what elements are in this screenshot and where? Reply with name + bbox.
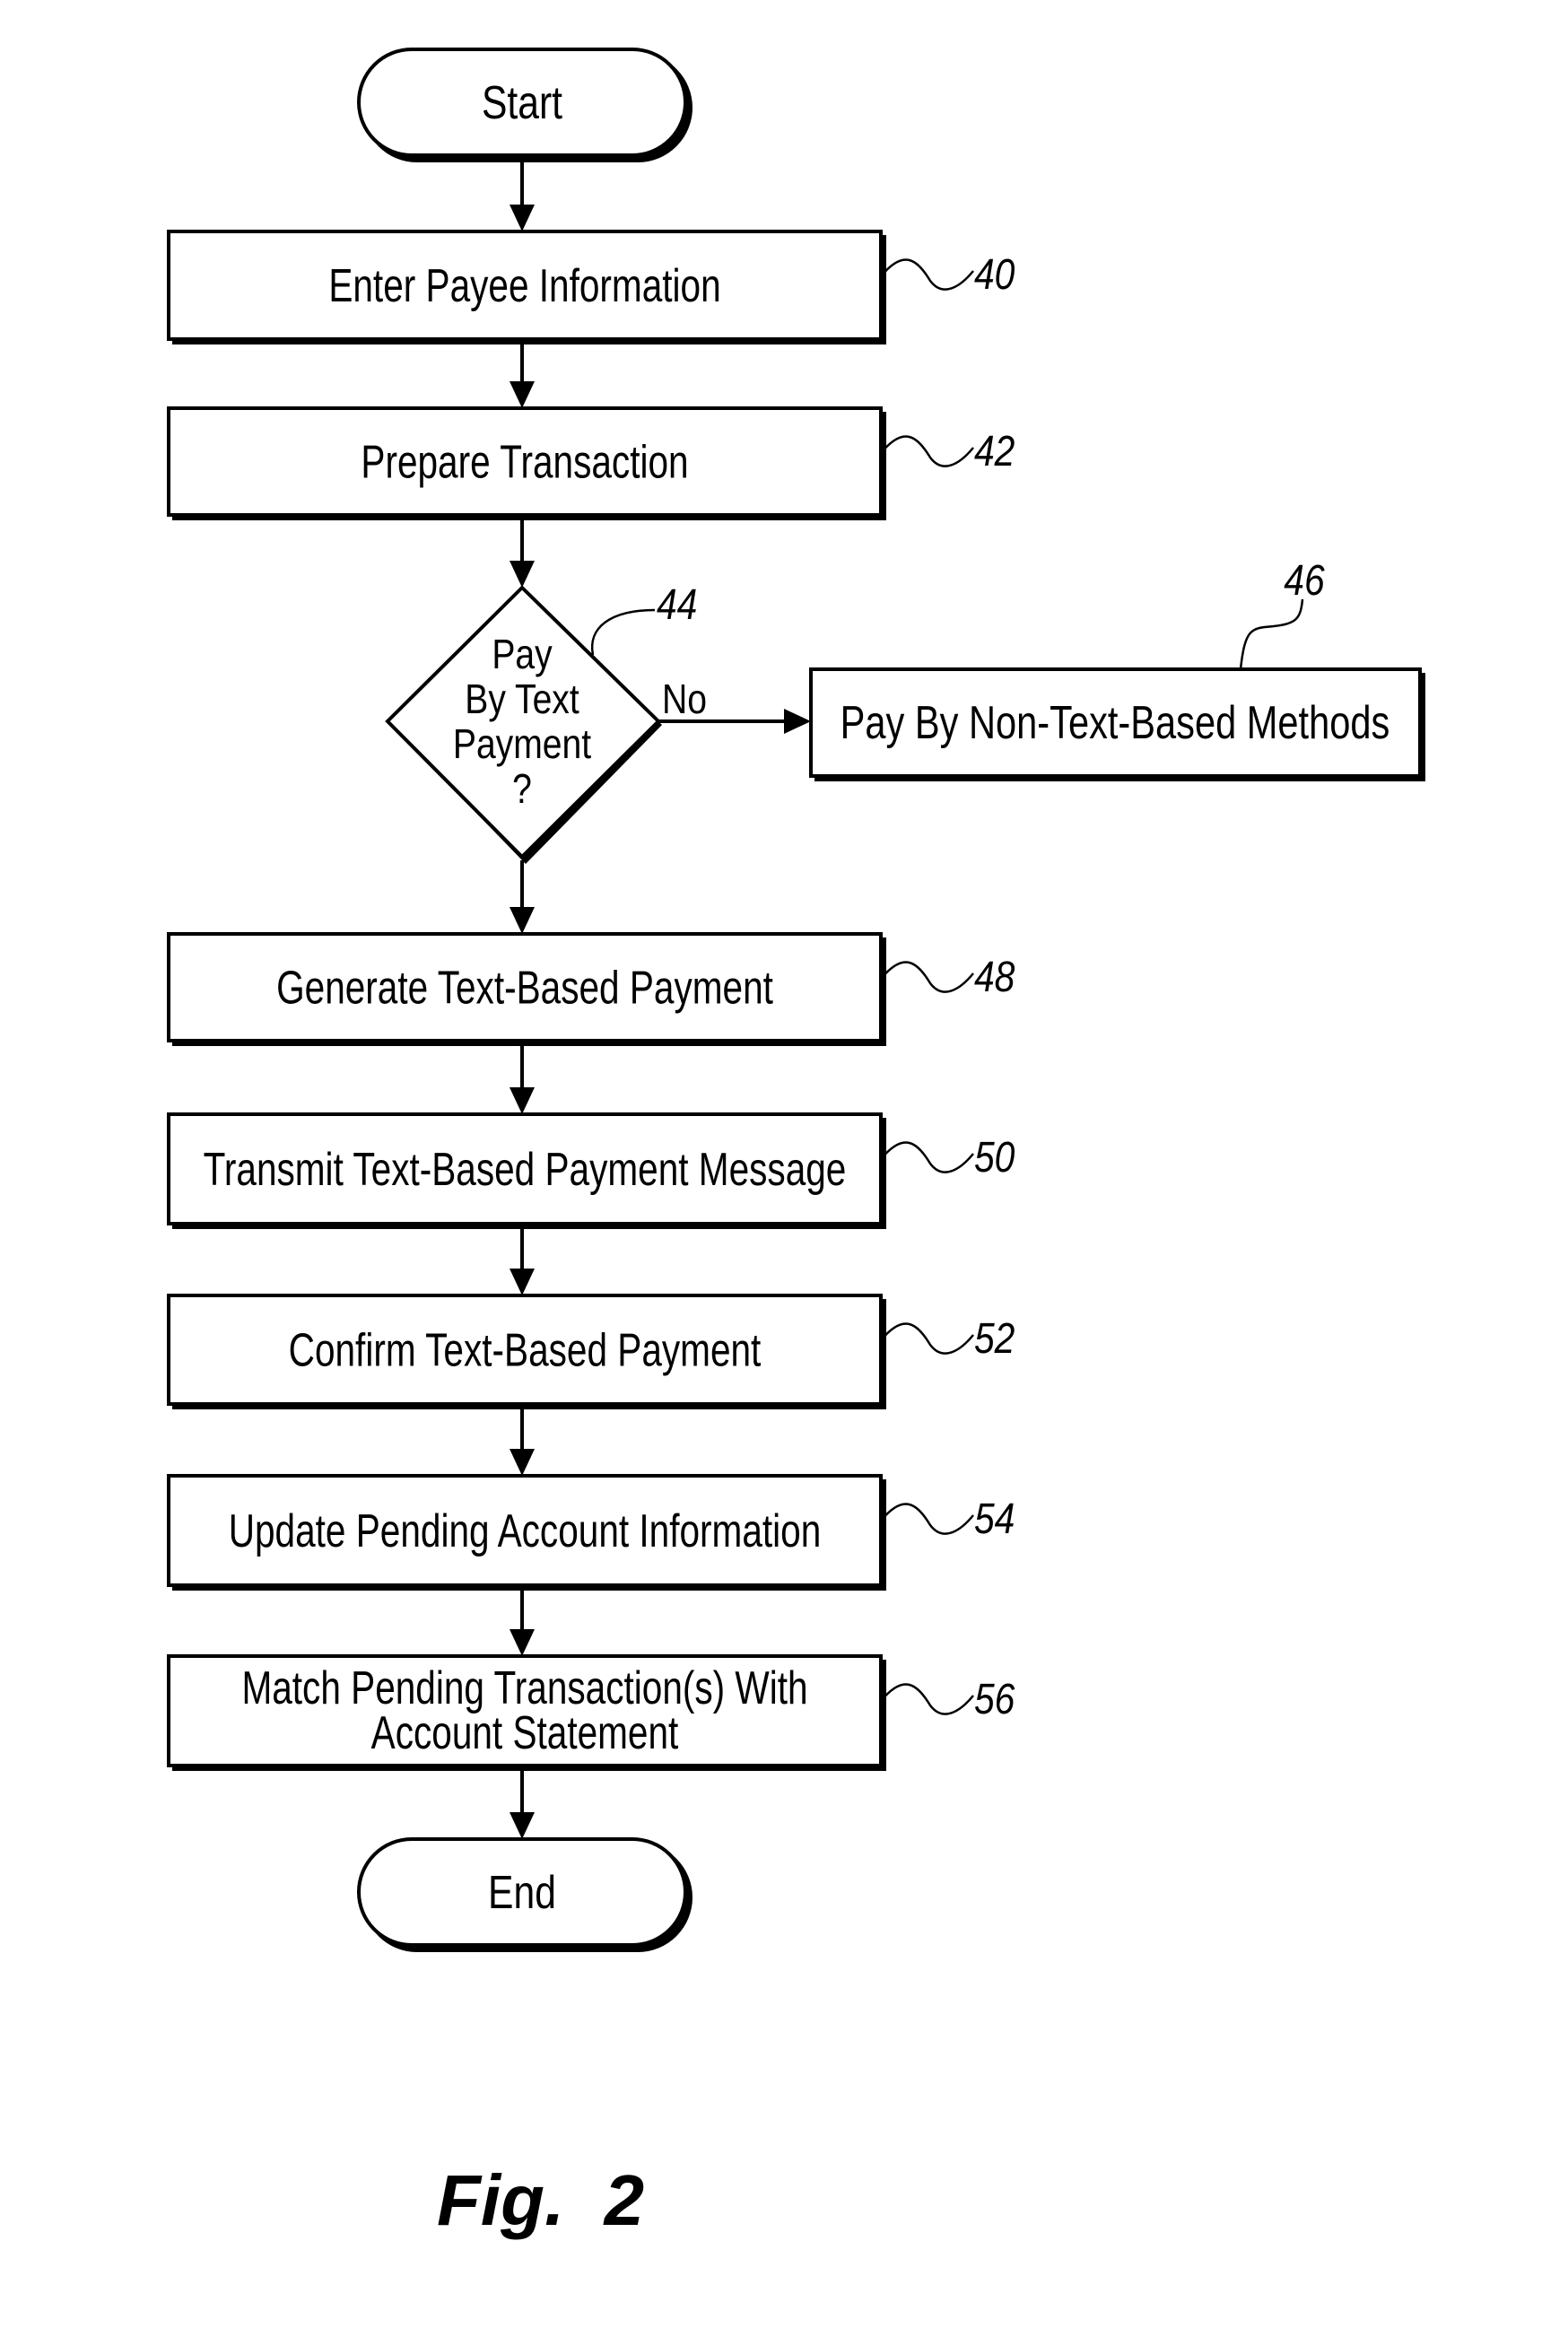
arrowhead	[510, 561, 535, 588]
leader-line-40	[880, 258, 974, 291]
process-box-40: Enter Payee Information 40	[167, 230, 1015, 344]
arrowhead	[510, 1087, 535, 1114]
start-terminal: Start	[357, 48, 693, 162]
figure-caption: Fig. 2	[437, 2160, 644, 2240]
process-box-46: Pay By Non-Text-Based Methods 46	[809, 557, 1425, 781]
step-label-52: Confirm Text-Based Payment	[289, 1324, 762, 1376]
flowchart: Start Enter Payee Information 40 Prepare T…	[167, 48, 1425, 2240]
step-label-46: Pay By Non-Text-Based Methods	[841, 696, 1390, 749]
reference-numeral-46: 46	[1284, 557, 1325, 605]
reference-numeral-54: 54	[974, 1496, 1015, 1543]
step-label-56: Account Statement	[371, 1706, 679, 1758]
reference-numeral-56: 56	[974, 1676, 1015, 1723]
process-box-50: Transmit Text-Based Payment Message 50	[167, 1112, 1015, 1229]
arrowhead	[784, 709, 811, 734]
leader-line-44	[590, 608, 656, 656]
leader-line-46	[1239, 598, 1304, 670]
arrowhead	[510, 1449, 535, 1476]
process-box-52: Confirm Text-Based Payment 52	[167, 1294, 1015, 1409]
process-box-56: Match Pending Transaction(s) WithAccount…	[167, 1654, 1015, 1771]
step-label-48: Generate Text-Based Payment	[276, 962, 773, 1014]
end-label: End	[488, 1867, 556, 1919]
process-steps: Enter Payee Information 40 Prepare Transac…	[167, 230, 1015, 1771]
decision-line: Payment	[453, 721, 591, 768]
arrowhead	[510, 1812, 535, 1839]
leader-line-42	[880, 435, 974, 467]
leader-line-52	[880, 1322, 974, 1355]
process-box-54: Update Pending Account Information 54	[167, 1474, 1015, 1591]
leader-line-54	[880, 1503, 974, 1535]
arrowhead	[510, 907, 535, 934]
arrowhead	[510, 205, 535, 231]
decision-line: By Text	[465, 676, 579, 723]
reference-numeral-50: 50	[974, 1134, 1015, 1182]
process-box-42: Prepare Transaction 42	[167, 406, 1015, 520]
decision-line: Pay	[492, 632, 553, 678]
arrowhead	[510, 1269, 535, 1295]
start-label: Start	[482, 77, 562, 129]
no-branch-label: No	[662, 676, 707, 723]
leader-line-50	[880, 1141, 974, 1173]
process-box-48: Generate Text-Based Payment 48	[167, 932, 1015, 1046]
arrowhead	[510, 1629, 535, 1656]
step-label-42: Prepare Transaction	[361, 436, 688, 488]
reference-numeral-42: 42	[974, 428, 1015, 475]
step-label-54: Update Pending Account Information	[229, 1504, 822, 1557]
leader-line-56	[880, 1683, 974, 1715]
reference-numeral-48: 48	[974, 954, 1015, 1001]
leader-line-48	[880, 961, 974, 993]
arrowhead	[510, 381, 535, 408]
step-label-50: Transmit Text-Based Payment Message	[204, 1143, 847, 1195]
decision-diamond-44: Pay By Text Payment ? 44 No	[385, 581, 707, 864]
reference-numeral-40: 40	[974, 251, 1015, 299]
decision-line: ?	[512, 766, 532, 813]
step-label-40: Enter Payee Information	[328, 259, 720, 311]
reference-numeral-52: 52	[974, 1315, 1015, 1363]
end-terminal: End	[357, 1837, 693, 1952]
reference-numeral-44: 44	[657, 581, 697, 629]
